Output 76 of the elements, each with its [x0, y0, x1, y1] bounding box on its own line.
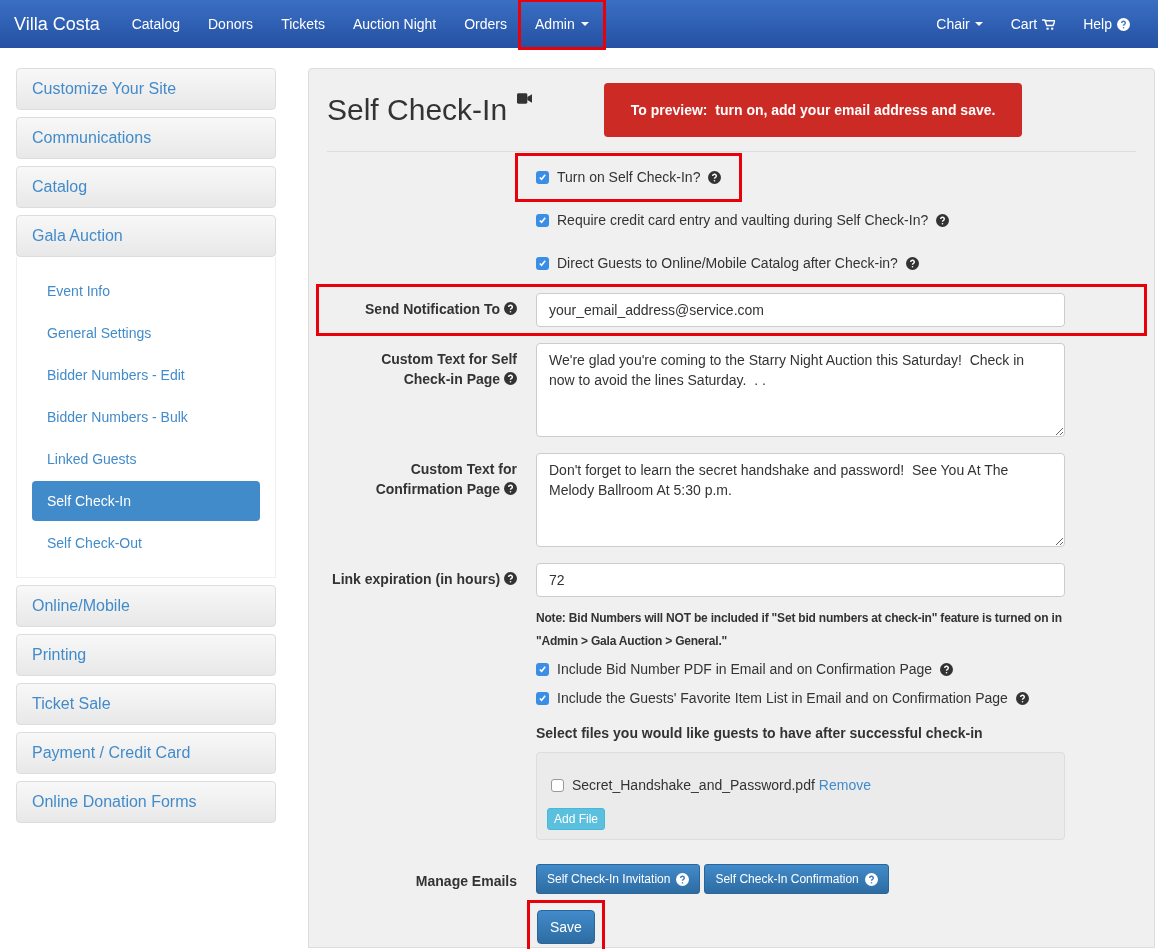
checkbox-label: Include the Guests' Favorite Item List in Email and on Confirmation Page	[557, 689, 1008, 708]
nav-link[interactable]: Cart	[996, 1, 1070, 47]
sidebar-item[interactable]: Printing	[16, 634, 276, 676]
checkbox[interactable]	[536, 171, 549, 184]
page-title: Self Check-In	[327, 92, 508, 128]
checkmark-icon	[538, 694, 547, 703]
input-field[interactable]: 72	[536, 563, 1065, 597]
caret-icon	[974, 22, 983, 26]
help-icon	[936, 214, 950, 227]
submenu-item[interactable]: General Settings	[32, 313, 260, 353]
checkbox-label: Direct Guests to Online/Mobile Catalog after Check-in?	[557, 254, 898, 273]
nav-link[interactable]: Help	[1069, 1, 1144, 47]
input-field[interactable]: your_email_address@service.com	[536, 293, 1065, 327]
help-icon	[504, 572, 517, 585]
help-icon	[940, 663, 954, 676]
nav-link[interactable]: Admin	[521, 1, 603, 47]
email-template-button[interactable]: Self Check-In Invitation	[536, 864, 701, 894]
field-label: Send Notification To	[327, 293, 517, 319]
nav-link[interactable]: Donors	[194, 1, 268, 47]
submenu-item[interactable]: Linked Guests	[32, 439, 260, 479]
help-icon	[905, 257, 919, 270]
nav-link[interactable]: Tickets	[267, 1, 339, 47]
checkbox[interactable]	[536, 214, 549, 227]
checkmark-icon	[538, 259, 547, 268]
save-button[interactable]: Save	[537, 910, 595, 944]
field-label: Link expiration (in hours)	[327, 563, 517, 589]
checkbox-label: Include Bid Number PDF in Email and on Confirmation Page	[557, 660, 933, 679]
checkbox[interactable]	[536, 692, 549, 705]
section-heading: Select files you would like guests to have after successful check-in	[536, 724, 984, 743]
sidebar-item[interactable]: Online Donation Forms	[16, 781, 276, 823]
help-icon	[1015, 692, 1029, 705]
nav-link[interactable]: Auction Night	[338, 1, 451, 47]
warning-banner: To preview: turn on, add your email address and save.	[604, 83, 1023, 137]
sidebar-item[interactable]: Ticket Sale	[16, 683, 276, 725]
text-area[interactable]: Don't forget to learn the secret handshake and password! See You At The Melody Ballroom At 5:30 p.m.	[536, 453, 1065, 547]
checkmark-icon	[538, 665, 547, 674]
remove-link[interactable]: Remove	[818, 775, 871, 796]
add-file-button[interactable]: Add File	[547, 808, 606, 830]
submenu-item[interactable]: Bidder Numbers - Edit	[32, 355, 260, 395]
file-name: Secret_Handshake_and_Password.pdf	[572, 776, 815, 795]
submenu-item[interactable]: Self Check-In	[32, 481, 260, 521]
sidebar-item[interactable]: Customize Your Site	[16, 68, 276, 110]
video-camera-icon	[517, 93, 533, 104]
sidebar-item[interactable]: Communications	[16, 117, 276, 159]
help-icon	[864, 872, 878, 886]
submenu-item[interactable]: Event Info	[32, 271, 260, 311]
cart-icon	[1042, 18, 1056, 30]
field-label: Custom Text for Confirmation Page	[374, 460, 517, 499]
sidebar-item[interactable]: Catalog	[16, 166, 276, 208]
sidebar-item[interactable]: Payment / Credit Card	[16, 732, 276, 774]
checkbox-label: Turn on Self Check-In?	[557, 168, 701, 187]
sidebar-item[interactable]: Online/Mobile	[16, 585, 276, 627]
checkmark-icon	[538, 216, 547, 225]
submenu-item[interactable]: Self Check-Out	[32, 523, 260, 563]
email-template-button[interactable]: Self Check-In Confirmation	[704, 864, 889, 894]
submenu-item[interactable]: Bidder Numbers - Bulk	[32, 397, 260, 437]
help-icon	[504, 372, 517, 385]
text-area[interactable]: We're glad you're coming to the Starry Night Auction this Saturday! Check in now to avoid the lines Saturday. . .	[536, 343, 1065, 437]
checkbox[interactable]	[536, 663, 549, 676]
checkbox-label: Require credit card entry and vaulting during Self Check-In?	[557, 211, 929, 230]
help-icon	[1117, 17, 1130, 31]
brand-link[interactable]: Villa Costa	[14, 10, 100, 38]
field-label: Manage Emails	[414, 871, 517, 891]
help-icon	[676, 872, 690, 886]
help-icon	[504, 302, 517, 315]
field-label: Custom Text for Self Check-in Page	[380, 350, 517, 389]
nav-link[interactable]: Catalog	[117, 1, 194, 47]
checkmark-icon	[538, 173, 547, 182]
help-icon	[708, 171, 722, 184]
sidebar-item[interactable]: Gala Auction	[16, 215, 276, 257]
help-icon	[504, 482, 517, 495]
note-text: Note: Bid Numbers will NOT be included if "Set bid numbers at check-in" feature is turned on in "Admin > Gala Auction > General."	[536, 610, 1063, 650]
nav-link[interactable]: Chair	[922, 1, 997, 47]
checkbox[interactable]	[551, 779, 564, 792]
nav-link[interactable]: Orders	[450, 1, 522, 47]
checkbox[interactable]	[536, 257, 549, 270]
